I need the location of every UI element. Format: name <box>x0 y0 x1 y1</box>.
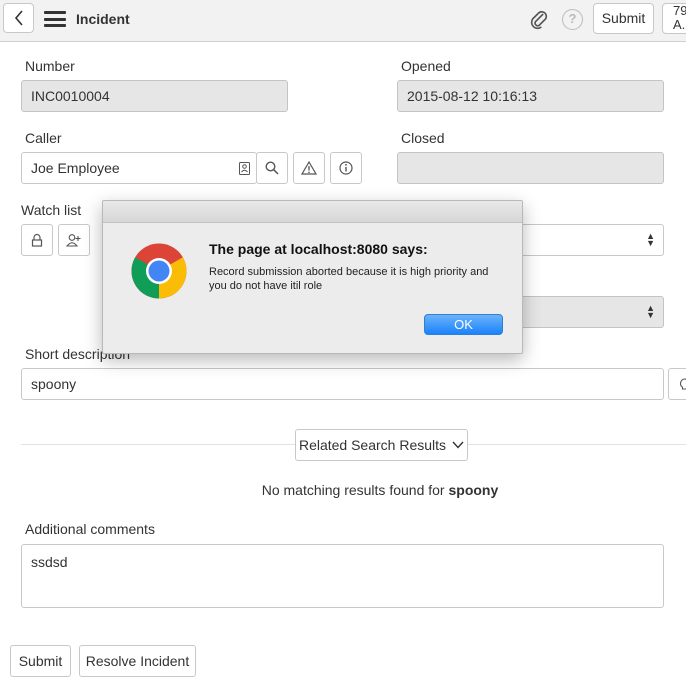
number-value: INC0010004 <box>31 88 110 104</box>
footer-submit-button[interactable]: Submit <box>10 645 71 677</box>
info-icon <box>339 161 353 175</box>
short-description-input[interactable]: spoony <box>21 368 664 400</box>
lock-icon <box>31 233 43 247</box>
select-arrows-icon: ▲ ▼ <box>646 231 655 248</box>
dialog-title: The page at localhost:8080 says: <box>209 241 428 257</box>
search-icon <box>265 161 279 175</box>
closed-field <box>397 152 664 184</box>
opened-label: Opened <box>401 58 451 74</box>
dialog-title-bar <box>103 201 522 223</box>
contact-card-icon[interactable] <box>239 162 250 175</box>
closed-label: Closed <box>401 130 445 146</box>
no-results-message: No matching results found for spoony <box>0 482 686 498</box>
back-button[interactable] <box>3 3 34 33</box>
caller-input[interactable]: Joe Employee <box>21 152 257 184</box>
caller-warning-button[interactable] <box>293 152 325 184</box>
chevron-left-icon <box>14 10 23 26</box>
hamburger-menu-icon[interactable] <box>44 11 66 27</box>
warning-icon <box>301 161 317 175</box>
help-icon[interactable]: ? <box>562 9 583 30</box>
caller-label: Caller <box>25 130 62 146</box>
header-extra-button[interactable]: 79 A... <box>662 3 686 34</box>
chevron-down-icon <box>452 441 464 449</box>
add-user-icon <box>66 234 81 247</box>
caller-value: Joe Employee <box>31 160 120 176</box>
additional-comments-label: Additional comments <box>25 521 155 537</box>
opened-value: 2015-08-12 10:16:13 <box>407 88 537 104</box>
watch-list-add-me-button[interactable] <box>58 224 90 256</box>
short-description-value: spoony <box>31 376 77 392</box>
related-search-results-button[interactable]: Related Search Results <box>295 429 468 461</box>
watch-list-lock-button[interactable] <box>21 224 53 256</box>
header-submit-button[interactable]: Submit <box>593 3 654 34</box>
number-label: Number <box>25 58 75 74</box>
top-header: Incident ? Submit 79 A... <box>0 0 686 42</box>
paperclip-icon[interactable] <box>528 9 550 31</box>
dialog-ok-button[interactable]: OK <box>424 314 503 335</box>
select-arrows-icon: ▲ ▼ <box>646 303 655 320</box>
chrome-logo-icon <box>131 243 187 299</box>
page-title: Incident <box>76 11 130 27</box>
caller-lookup-button[interactable] <box>256 152 288 184</box>
suggestion-button[interactable] <box>668 368 686 400</box>
number-field: INC0010004 <box>21 80 288 112</box>
alert-dialog: The page at localhost:8080 says: Record … <box>102 200 523 354</box>
watch-list-label: Watch list <box>21 202 82 218</box>
dialog-message: Record submission aborted because it is … <box>209 266 489 292</box>
no-results-term: spoony <box>448 482 499 498</box>
opened-field: 2015-08-12 10:16:13 <box>397 80 664 112</box>
caller-info-button[interactable] <box>330 152 362 184</box>
additional-comments-input[interactable]: ssdsd <box>21 544 664 608</box>
lightbulb-icon <box>680 378 686 390</box>
related-search-label: Related Search Results <box>298 437 447 453</box>
resolve-incident-button[interactable]: Resolve Incident <box>79 645 196 677</box>
no-results-prefix: No matching results found for <box>261 482 445 498</box>
